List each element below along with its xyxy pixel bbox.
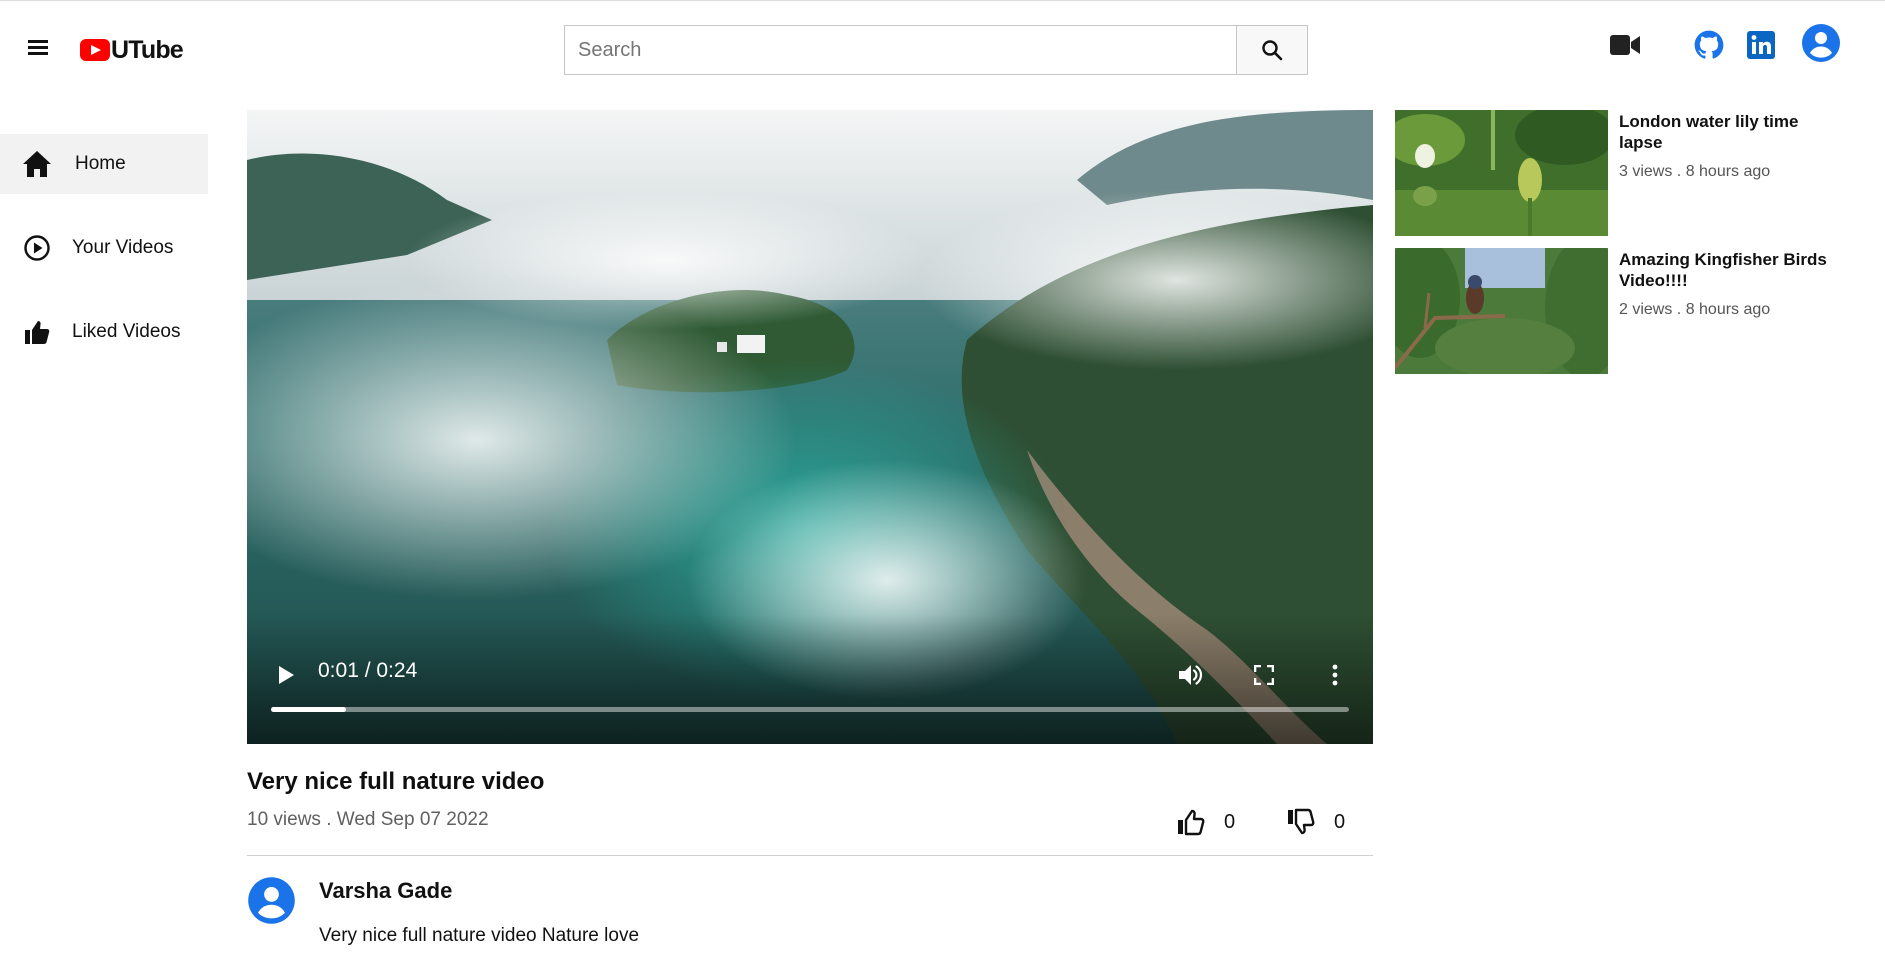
related-video-title[interactable]: Amazing Kingfisher Birds Video!!!! (1619, 249, 1829, 291)
video-title: Very nice full nature video (247, 768, 545, 795)
related-video-meta: 2 views . 8 hours ago (1619, 301, 1771, 318)
comment-text: Very nice full nature video Nature love (319, 925, 640, 946)
fullscreen-button[interactable] (1247, 658, 1281, 692)
playback-time: 0:01 / 0:24 (318, 659, 418, 682)
play-circle-icon (22, 233, 52, 263)
play-icon (279, 666, 294, 684)
video-thumbnail[interactable] (1395, 110, 1608, 236)
sidebar-item-label: Liked Videos (72, 321, 181, 342)
play-button[interactable] (271, 660, 301, 690)
progress-fill (271, 707, 347, 712)
dislike-count: 0 (1334, 810, 1346, 833)
search-bar (564, 25, 1308, 75)
search-input[interactable] (565, 26, 1236, 74)
more-options-button[interactable] (1320, 658, 1350, 692)
user-account-icon[interactable] (1801, 23, 1841, 63)
more-vertical-icon (1332, 664, 1338, 686)
linkedin-icon[interactable] (1747, 31, 1775, 59)
fullscreen-icon (1254, 665, 1274, 685)
search-button[interactable] (1236, 26, 1307, 74)
avatar (247, 876, 296, 925)
search-icon (1262, 40, 1283, 61)
like-button[interactable]: 0 (1176, 808, 1235, 836)
sidebar: Home Your Videos Liked Videos (0, 134, 208, 386)
github-icon[interactable] (1694, 30, 1724, 60)
volume-icon (1179, 665, 1203, 685)
sidebar-item-home[interactable]: Home (0, 134, 208, 194)
video-player[interactable]: 0:01 / 0:24 (247, 110, 1373, 744)
logo[interactable]: UTube (80, 35, 184, 64)
related-video-meta: 3 views . 8 hours ago (1619, 163, 1771, 180)
related-video-item[interactable]: London water lily time lapse 3 views . 8… (1395, 110, 1835, 236)
progress-bar[interactable] (271, 707, 1349, 712)
related-video-item[interactable]: Amazing Kingfisher Birds Video!!!! 2 vie… (1395, 248, 1835, 374)
upload-video-icon[interactable] (1609, 32, 1641, 58)
sidebar-item-liked-videos[interactable]: Liked Videos (0, 302, 208, 362)
thumb-down-outline-icon (1288, 808, 1315, 835)
video-thumbnail[interactable] (1395, 248, 1608, 374)
sidebar-item-your-videos[interactable]: Your Videos (0, 218, 208, 278)
sidebar-item-label: Your Videos (72, 237, 174, 258)
sidebar-item-label: Home (75, 153, 126, 174)
logo-play-icon (80, 39, 110, 61)
related-video-title[interactable]: London water lily time lapse (1619, 111, 1829, 153)
logo-text: UTube (111, 35, 184, 64)
divider (247, 855, 1373, 856)
thumb-up-icon (22, 317, 52, 347)
user-avatar-icon (248, 877, 295, 924)
dislike-button[interactable]: 0 (1286, 808, 1345, 836)
thumb-up-outline-icon (1178, 809, 1205, 836)
like-count: 0 (1224, 810, 1236, 833)
hamburger-menu-icon[interactable] (24, 37, 54, 63)
related-videos: London water lily time lapse 3 views . 8… (1395, 110, 1835, 386)
home-icon (22, 149, 52, 179)
volume-button[interactable] (1174, 658, 1208, 692)
comment-author: Varsha Gade (319, 878, 453, 903)
video-meta: 10 views . Wed Sep 07 2022 (247, 809, 489, 830)
header: UTube (0, 0, 1885, 100)
